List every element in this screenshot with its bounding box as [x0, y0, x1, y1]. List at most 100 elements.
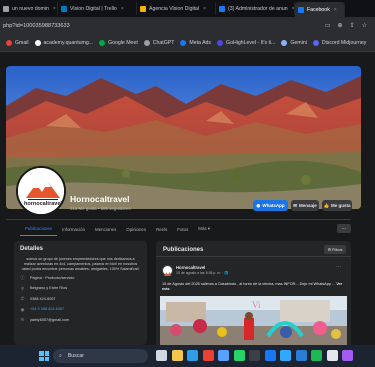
photoshop-icon[interactable] [280, 350, 291, 361]
windows-start-icon[interactable] [39, 351, 49, 361]
share-icon[interactable]: ⇪ [350, 22, 355, 29]
tab-label: Agencia Vision Digital [149, 5, 200, 12]
browser-tab-strip: un nuevo domin × Vision Digital | Trello × A… [0, 0, 375, 17]
bookmark-label: Google Meet [108, 39, 138, 46]
post-author[interactable]: Hornocaltravel [176, 265, 205, 270]
details-row-text: Página · Producto/servicio [30, 275, 75, 280]
close-tab-icon[interactable]: × [203, 6, 206, 12]
close-tab-icon[interactable]: × [334, 7, 337, 13]
address-bar[interactable]: php?id=100035988733633 ▭ ⊕ ⇪ ☆ [0, 17, 375, 34]
bookmark-item[interactable]: GoHighLevel - It's ti... [217, 39, 275, 46]
bookmark-label: Gmail [15, 39, 29, 46]
browser-tab[interactable]: un nuevo domin × [0, 2, 58, 15]
tab-3[interactable]: Opiniones [121, 222, 151, 236]
bookmark-item[interactable]: Discord Midjourney [312, 39, 366, 46]
bookmark-label: academy.quantumg... [43, 39, 94, 46]
thumbs-up-icon: 👍 [323, 202, 330, 208]
details-list: ⓘ Página · Producto/servicio ⚲ Belgrano y E… [20, 275, 141, 322]
details-row: ✆ 0388 424-6057 [20, 296, 141, 301]
close-tab-icon[interactable]: × [121, 6, 124, 12]
tab-favicon-icon [298, 6, 304, 13]
bookmark-label: Gemini [290, 39, 307, 46]
filters-button[interactable]: ⚙ Filtros [324, 245, 346, 254]
phone-icon: ✆ [20, 296, 25, 302]
bookmark-favicon-icon [34, 39, 41, 46]
bookmark-item[interactable]: Meta Ads [180, 39, 211, 46]
browser-tab[interactable]: (3) Administrador de anun × [216, 2, 295, 15]
tab-1[interactable]: Información [57, 222, 90, 236]
like-button[interactable]: 👍 Me gusta [322, 200, 352, 211]
capcut-icon[interactable] [326, 350, 338, 361]
facebook-icon[interactable] [264, 350, 276, 361]
details-bio: somos un grupo de jovenes emprendedores … [21, 257, 140, 271]
bookmark-favicon-icon [6, 39, 12, 46]
whatsapp-button[interactable]: ◉ WhatsApp [253, 200, 288, 211]
bookmark-item[interactable]: academy.quantumg... [34, 39, 94, 46]
browser-tab[interactable]: Facebook × [295, 2, 345, 17]
tab-6[interactable]: Más ▾ [193, 222, 215, 236]
spotify-icon[interactable] [311, 350, 322, 361]
browser-tab[interactable]: Agencia Vision Digital × [137, 2, 216, 15]
post-author-avatar[interactable] [162, 265, 173, 276]
whatsapp-label: WhatsApp [262, 203, 285, 208]
tab-label: Vision Digital | Trello [70, 5, 117, 12]
page-title: Hornocaltravel [70, 194, 130, 204]
task-view-icon[interactable] [156, 350, 167, 361]
more-options-button[interactable]: ··· [337, 224, 351, 233]
divider [6, 219, 351, 220]
details-row[interactable]: ◉ +54 9 388 424-6057 [20, 307, 141, 312]
store-icon[interactable] [218, 350, 229, 361]
info-icon: ⓘ [20, 275, 25, 281]
post-timestamp[interactable]: 15 de agosto a las 5:38 p. m. · 🌐 [176, 271, 229, 275]
location-icon: ⚲ [20, 285, 25, 291]
whatsapp-icon: ◉ [256, 202, 261, 208]
message-label: Mensaje [299, 203, 317, 208]
tab-favicon-icon [3, 5, 9, 12]
whatsapp-icon[interactable] [233, 350, 245, 361]
tab-5[interactable]: Fotos [172, 222, 193, 236]
message-button[interactable]: ✉ Mensaje [291, 200, 319, 211]
bookmark-item[interactable]: Google Meet [99, 39, 138, 46]
bookmark-item[interactable]: Gemini [281, 39, 307, 46]
tab-favicon-icon [219, 5, 225, 12]
bookmark-item[interactable]: Gmail [6, 39, 29, 46]
bookmark-star-icon[interactable]: ☆ [362, 22, 367, 29]
post-photo[interactable]: Vi [160, 296, 347, 346]
browser-toolbar: ▭ ⊕ ⇪ ☆ [325, 22, 375, 29]
zoom-icon[interactable]: ⊕ [338, 22, 343, 29]
facebook-page: hornocaltravel Hornocaltravel 315 Me gus… [0, 52, 375, 346]
browser-tab[interactable]: Vision Digital | Trello × [58, 2, 137, 15]
messenger-icon: ✉ [293, 202, 297, 208]
post: Hornocaltravel 15 de agosto a las 5:38 p… [156, 256, 351, 346]
like-label: Me gusta [331, 203, 351, 208]
app-icon[interactable] [342, 350, 353, 361]
file-explorer-icon[interactable] [171, 350, 183, 361]
details-row: ⓘ Página · Producto/servicio [20, 275, 141, 280]
tab-0[interactable]: Publicaciones [20, 222, 58, 236]
url-text[interactable]: php?id=100035988733633 [3, 23, 70, 29]
taskbar-search[interactable]: ⌕ Buscar [53, 349, 148, 363]
edge-icon[interactable] [187, 350, 198, 361]
details-row-text[interactable]: +54 9 388 424-6057 [30, 307, 64, 311]
windows-taskbar: ⌕ Buscar [0, 345, 375, 367]
tab-favicon-icon [140, 5, 146, 12]
taskbar-search-label: Buscar [67, 353, 84, 359]
post-options-icon[interactable]: ··· [336, 264, 341, 270]
details-title: Detalles [20, 246, 44, 252]
details-row-text: Belgrano y Entre Ríos [30, 286, 68, 291]
chrome-icon[interactable] [202, 350, 214, 361]
word-icon[interactable] [295, 350, 307, 361]
posts-card: Publicaciones ⚙ Filtros Hornocaltravel 1… [156, 241, 351, 346]
bookmarks-bar: Gmail academy.quantumg... Google Meet ChatG… [0, 34, 375, 52]
close-tab-icon[interactable]: × [53, 6, 56, 12]
details-row-text: 0388 424-6057 [30, 296, 56, 301]
bookmark-item[interactable]: ChatGPT [143, 39, 174, 46]
terminal-icon[interactable] [249, 350, 260, 361]
bookmark-favicon-icon [312, 39, 319, 46]
cast-icon[interactable]: ▭ [325, 22, 331, 29]
tab-4[interactable]: Reels [151, 222, 172, 236]
page-avatar[interactable]: hornocaltravel [16, 166, 66, 216]
bookmark-favicon-icon [99, 39, 106, 46]
page-stats[interactable]: 315 Me gusta • 585 seguidores [70, 206, 131, 211]
tab-2[interactable]: Menciones [90, 222, 121, 236]
